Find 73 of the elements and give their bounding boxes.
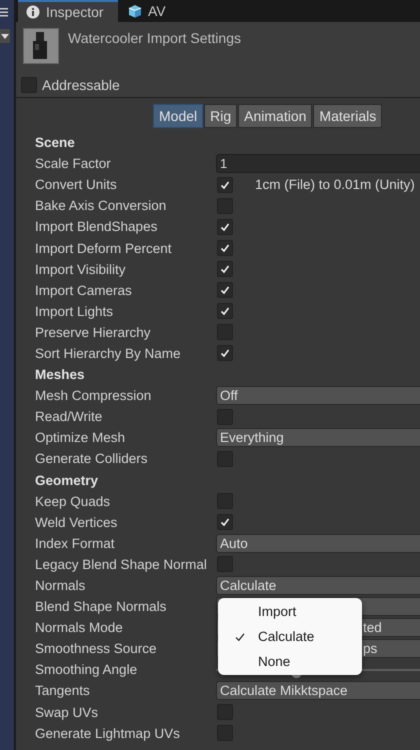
section-heading: Scene [35,135,75,150]
field-label: Import BlendShapes [35,219,158,234]
check-icon [220,180,230,190]
menu-item-label: Import [258,604,296,619]
check-icon [220,348,230,358]
field-label: Blend Shape Normals [35,599,168,614]
tab[interactable]: AV [120,0,178,22]
unit-note: 1cm (File) to 0.01m (Unity) [255,177,415,192]
section-heading: Meshes [35,367,85,382]
info-icon [26,5,40,19]
menu-item[interactable]: None [218,652,362,671]
field-label: Tangents [35,683,91,698]
checkbox[interactable] [217,261,233,278]
caret-icon [1,34,9,38]
field-label: Mesh Compression [35,388,152,404]
field-label: Import Visibility [35,262,127,277]
tab[interactable]: Inspector [18,0,118,22]
field-label: Convert Units [35,177,118,192]
check-icon [220,222,230,232]
field-label: Import Deform Percent [35,240,173,256]
asset-thumbnail [23,28,59,64]
dropdown-button[interactable] [0,29,10,43]
check-icon [220,517,230,528]
dropdown[interactable]: Calculate [216,576,420,596]
field-label: Smoothness Source [35,641,158,656]
field-label: Scale Factor [35,156,112,172]
checkbox[interactable] [21,77,37,93]
field-label: Keep Quads [35,494,112,509]
checkbox[interactable] [217,282,233,298]
field-label: Preserve Hierarchy [35,324,152,340]
section-heading: Geometry [35,472,98,488]
menu-item-label: Calculate [258,629,314,644]
field-label: Import Lights [35,304,114,319]
menu-item-label: None [258,654,290,669]
checkbox[interactable] [217,240,233,256]
field-label: Swap UVs [35,704,100,720]
check-icon [220,243,230,254]
check-icon [220,285,230,296]
box-icon [128,4,142,18]
field-label: Normals [35,578,86,594]
checkbox[interactable] [217,218,233,235]
field-label: Weld Vertices [35,514,118,530]
field-label: Normals Mode [35,620,124,636]
field-label: Bake Axis Conversion [35,198,168,214]
menu-icon[interactable] [0,7,8,17]
field-label: Index Format [35,536,116,551]
menu-item[interactable]: Calculate [218,627,362,646]
checkbox[interactable] [217,176,233,193]
tab[interactable]: Model [153,104,204,128]
field-label: Import Cameras [35,282,133,298]
dropdown[interactable]: Auto [216,534,420,553]
check-icon [220,306,230,316]
input-field[interactable]: 1 [216,154,420,174]
checkbox[interactable] [217,303,233,320]
menu-item[interactable]: Import [218,602,362,621]
field-label: Smoothing Angle [35,662,138,678]
checkbox-label: Addressable [42,77,120,93]
check-icon [220,264,230,274]
dropdown[interactable]: Calculate Mikktspace [216,681,420,700]
tab[interactable]: Rig [204,104,238,128]
field-label: Legacy Blend Shape Normal [35,556,208,572]
dropdown[interactable]: Off [216,386,420,406]
field-label: Generate Lightmap UVs [35,726,181,741]
field-label: Generate Colliders [35,451,149,466]
field-label: Sort Hierarchy By Name [35,346,182,361]
tab[interactable]: Animation [238,104,312,128]
dropdown[interactable]: Everything [216,428,420,448]
checkbox[interactable] [217,345,233,362]
field-label: Read/Write [35,409,104,424]
tab[interactable]: Materials [313,104,382,128]
checkbox[interactable] [217,514,233,530]
field-label: Optimize Mesh [35,430,126,446]
window-title: Watercooler Import Settings [68,29,241,48]
